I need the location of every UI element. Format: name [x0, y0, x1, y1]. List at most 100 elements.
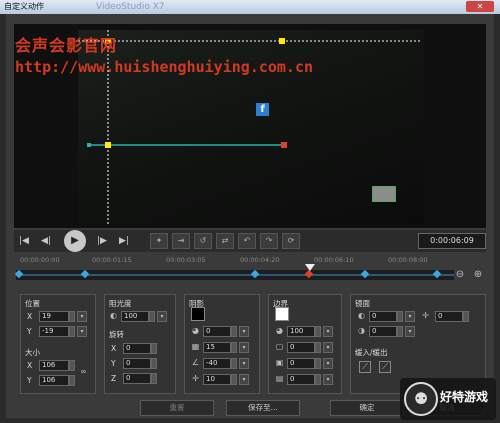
facebook-icon[interactable]: f [256, 103, 269, 116]
mirror-distance-spinner[interactable] [463, 311, 469, 322]
zoom-out-icon[interactable]: ⊖ [454, 269, 466, 281]
border-corner-spinner[interactable] [315, 374, 321, 385]
shadow-distance-dropdown[interactable]: ▾ [239, 374, 249, 385]
timecode-field[interactable]: 0:00:06:09 [418, 233, 486, 249]
border-opacity-spinner[interactable] [315, 326, 321, 337]
rotation-z-input[interactable]: 0 [123, 373, 151, 384]
shadow-distance-input[interactable]: 10 [203, 374, 231, 385]
mirror-opacity-icon: ◐ [358, 311, 365, 320]
opacity-input[interactable]: 100 [121, 311, 149, 322]
gamepad-icon: ⚉ [404, 382, 438, 416]
opacity-spinner[interactable] [149, 311, 155, 322]
rotation-x-input[interactable]: 0 [123, 343, 151, 354]
go-end-icon[interactable]: ▶| [116, 233, 132, 249]
shadow-blur-icon: ▦ [191, 342, 200, 351]
rotation-heading: 旋转 [109, 330, 124, 339]
size-y-spinner[interactable] [69, 375, 75, 386]
timeline-label: 00:00:01:15 [92, 256, 132, 264]
shadow-opacity-input[interactable]: 0 [203, 326, 231, 337]
shadow-blur-spinner[interactable] [231, 342, 237, 353]
reset-button[interactable]: 重置 [140, 400, 214, 416]
size-heading: 大小 [25, 348, 40, 357]
border-opacity-dropdown[interactable]: ▾ [323, 326, 333, 337]
save-to-button[interactable]: 保存至... [226, 400, 300, 416]
mirror-fade-input[interactable]: 0 [369, 326, 397, 337]
move-left-keyframe-icon[interactable]: ↶ [238, 233, 256, 249]
mirror-opacity-spinner[interactable] [397, 311, 403, 322]
reverse-keyframe-icon[interactable]: ↺ [194, 233, 212, 249]
border-corner-dropdown[interactable]: ▾ [323, 374, 333, 385]
shadow-panel: 阴影 ◕ 0 ▾ ▦ 15 ▾ ∠ -40 ▾ ✛ 10 ▾ [184, 294, 260, 394]
position-x-input[interactable]: 19 [39, 311, 69, 322]
rotation-z-label: Z [111, 374, 117, 383]
shadow-distance-spinner[interactable] [231, 374, 237, 385]
fade-heading: 缓入/缓出 [355, 348, 388, 357]
border-width-spinner[interactable] [315, 342, 321, 353]
border-corner-input[interactable]: 0 [287, 374, 315, 385]
border-width-input[interactable]: 0 [287, 342, 315, 353]
shadow-opacity-spinner[interactable] [231, 326, 237, 337]
ok-button[interactable]: 确定 [330, 400, 404, 416]
border-width-dropdown[interactable]: ▾ [323, 342, 333, 353]
position-heading: 位置 [25, 299, 40, 308]
timeline-label: 00:00:06:10 [314, 256, 354, 264]
border-opacity-icon: ◕ [276, 326, 283, 335]
mirror-opacity-dropdown[interactable]: ▾ [405, 311, 415, 322]
play-button[interactable]: ▶ [64, 230, 86, 252]
opacity-rotation-panel: 阻光度 ◐ 100 ▾ 旋转 X 0 Y 0 Z 0 [104, 294, 176, 394]
position-x-dropdown[interactable]: ▾ [77, 311, 87, 322]
rotation-y-label: Y [111, 359, 116, 368]
opacity-dropdown[interactable]: ▾ [157, 311, 167, 322]
next-frame-icon[interactable]: |▶ [94, 233, 110, 249]
remove-keyframe-icon[interactable]: ⇥ [172, 233, 190, 249]
next-keyframe-icon[interactable]: ⟳ [282, 233, 300, 249]
mirror-distance-input[interactable]: 0 [435, 311, 463, 322]
position-x-spinner[interactable] [69, 311, 75, 322]
shadow-opacity-dropdown[interactable]: ▾ [239, 326, 249, 337]
position-x-label: X [27, 312, 33, 321]
position-y-dropdown[interactable]: ▾ [77, 326, 87, 337]
shadow-blur-dropdown[interactable]: ▾ [239, 342, 249, 353]
border-color-swatch[interactable] [275, 307, 289, 321]
border-opacity-input[interactable]: 100 [287, 326, 315, 337]
shadow-angle-spinner[interactable] [231, 358, 237, 369]
rotation-x-spinner[interactable] [151, 343, 157, 354]
position-y-input[interactable]: -19 [39, 326, 69, 337]
mirror-opacity-input[interactable]: 0 [369, 311, 397, 322]
position-y-label: Y [27, 327, 32, 336]
link-icon[interactable]: ∞ [79, 367, 88, 376]
shadow-color-swatch[interactable] [191, 307, 205, 321]
border-softness-icon: ▣ [275, 358, 284, 367]
rotation-y-spinner[interactable] [151, 358, 157, 369]
fade-out-icon[interactable]: ⟋ [379, 361, 391, 373]
prev-frame-icon[interactable]: ◀| [38, 233, 54, 249]
size-x-input[interactable]: 106 [39, 360, 69, 371]
watermark-title: 会声会影官网 [15, 36, 118, 55]
shadow-angle-icon: ∠ [191, 358, 200, 367]
zoom-in-icon[interactable]: ⊕ [472, 269, 484, 281]
size-y-input[interactable]: 106 [39, 375, 69, 386]
mirror-fade-spinner[interactable] [397, 326, 403, 337]
add-keyframe-icon[interactable]: ✦ [150, 233, 168, 249]
mirror-fade-dropdown[interactable]: ▾ [405, 326, 415, 337]
shadow-blur-input[interactable]: 15 [203, 342, 231, 353]
position-y-spinner[interactable] [69, 326, 75, 337]
border-softness-input[interactable]: 0 [287, 358, 315, 369]
overlay-object[interactable] [372, 186, 396, 202]
rotation-y-input[interactable]: 0 [123, 358, 151, 369]
border-softness-spinner[interactable] [315, 358, 321, 369]
move-right-keyframe-icon[interactable]: ↷ [260, 233, 278, 249]
playhead[interactable] [305, 264, 315, 271]
shadow-angle-input[interactable]: -40 [203, 358, 231, 369]
guide-handle [279, 38, 285, 44]
fade-in-icon[interactable]: ⟋ [359, 361, 371, 373]
swap-keyframe-icon[interactable]: ⇄ [216, 233, 234, 249]
shadow-distance-icon: ✛ [192, 374, 199, 383]
size-x-spinner[interactable] [69, 360, 75, 371]
go-start-icon[interactable]: |◀ [16, 233, 32, 249]
rotation-z-spinner[interactable] [151, 373, 157, 384]
timeline-label: 00:00:03:05 [166, 256, 206, 264]
keyframe-timeline[interactable]: 00:00:00:00 00:00:01:15 00:00:03:05 00:0… [14, 256, 486, 286]
border-softness-dropdown[interactable]: ▾ [323, 358, 333, 369]
shadow-angle-dropdown[interactable]: ▾ [239, 358, 249, 369]
